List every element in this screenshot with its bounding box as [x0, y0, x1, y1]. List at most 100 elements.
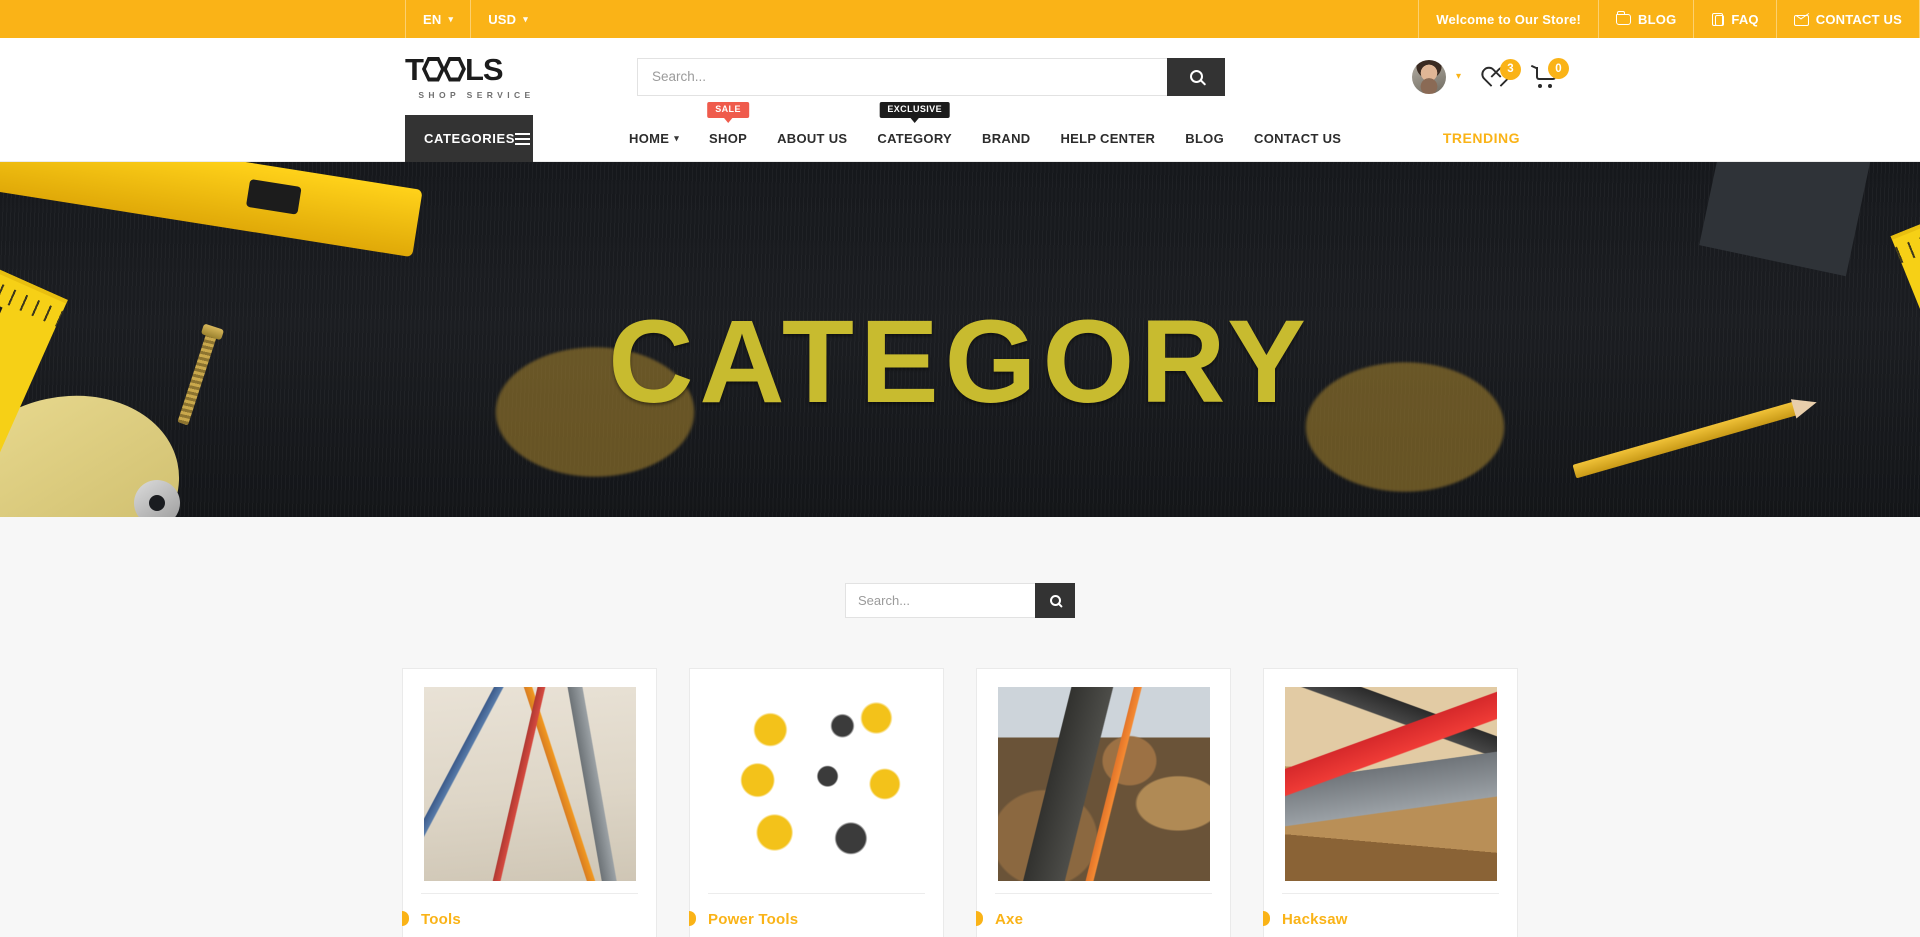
trending-label: TRENDING — [1442, 130, 1520, 146]
nav-item-blog-label: BLOG — [1185, 130, 1225, 146]
topbar-link-faq[interactable]: FAQ — [1693, 0, 1775, 38]
site-header: T LS SHOP SERVICE ▾ 3 0 — [0, 38, 1920, 115]
nav-item-blog[interactable]: BLOG — [1170, 115, 1239, 162]
nav-item-help-center-label: HELP CENTER — [1060, 130, 1156, 146]
nav-item-contact-us-label: CONTACT US — [1254, 130, 1342, 146]
card-footer: Power Tools — [689, 893, 925, 937]
cart-count-badge: 0 — [1548, 58, 1569, 79]
search-icon — [1049, 595, 1061, 606]
header-search — [637, 57, 1225, 96]
topbar-link-blog[interactable]: BLOG — [1598, 0, 1693, 38]
nav-item-help-center[interactable]: HELP CENTER — [1045, 115, 1170, 162]
axe-in-log-photo — [997, 687, 1210, 881]
nav-item-shop-label: SHOP — [709, 130, 748, 146]
main-navigation: CATEGORIES HOME ▾ SALE SHOP ABOUT US EXC… — [0, 101, 1920, 162]
wishlist-button[interactable]: 3 — [1487, 58, 1521, 86]
topbar-link-faq-label: FAQ — [1731, 11, 1759, 27]
welcome-message: Welcome to Our Store! — [1418, 0, 1598, 38]
card-footer: Hacksaw — [1263, 893, 1499, 937]
chevron-down-icon: ▾ — [523, 13, 528, 24]
topbar-link-contact[interactable]: CONTACT US — [1775, 0, 1920, 38]
nav-item-about-us-label: ABOUT US — [777, 130, 848, 146]
search-input[interactable] — [637, 57, 1167, 96]
currency-label: USD — [488, 11, 517, 27]
card-image-container — [403, 669, 656, 881]
cart-button[interactable]: 0 — [1533, 58, 1569, 88]
categories-button[interactable]: CATEGORIES — [405, 115, 533, 162]
hexagon-o-icon — [442, 56, 466, 82]
topbar-link-blog-label: BLOG — [1638, 11, 1677, 27]
bullet-marker-icon — [402, 911, 409, 926]
nav-menu: HOME ▾ SALE SHOP ABOUT US EXCLUSIVE CATE… — [614, 101, 1356, 162]
copy-icon — [1712, 12, 1725, 26]
cart-wheels — [1538, 84, 1552, 88]
header-icon-group: ▾ 3 0 — [1411, 58, 1569, 94]
hexagon-o-icon — [421, 56, 445, 82]
nav-item-category[interactable]: EXCLUSIVE CATEGORY — [862, 101, 967, 162]
sale-badge: SALE — [707, 101, 749, 123]
hero-banner: 1234567 4567890 CATEGORY — [0, 162, 1920, 517]
card-footer: Axe — [976, 893, 1212, 937]
account-menu[interactable]: ▾ — [1411, 59, 1461, 94]
currency-selector[interactable]: USD ▾ — [470, 0, 545, 38]
card-label: Power Tools — [708, 911, 799, 928]
sale-badge-label: SALE — [715, 103, 741, 114]
category-card-grid: Tools Power Tools Axe Hacksaw — [0, 668, 1920, 937]
exclusive-badge: EXCLUSIVE — [879, 101, 950, 123]
card-image-container — [1264, 669, 1517, 881]
top-bar-right: Welcome to Our Store! BLOG FAQ CONTACT U… — [1418, 0, 1920, 38]
welcome-text: Welcome to Our Store! — [1436, 11, 1582, 27]
language-selector[interactable]: EN ▾ — [405, 0, 470, 38]
search-icon — [1189, 70, 1203, 83]
category-card-power-tools[interactable]: Power Tools — [689, 668, 944, 937]
nav-item-home-label: HOME — [629, 130, 670, 146]
categories-label: CATEGORIES — [424, 131, 515, 146]
bullet-marker-icon — [976, 911, 983, 926]
category-card-tools[interactable]: Tools — [402, 668, 657, 937]
category-search-button[interactable] — [1035, 583, 1075, 618]
nav-item-about-us[interactable]: ABOUT US — [762, 115, 862, 162]
category-card-hacksaw[interactable]: Hacksaw — [1263, 668, 1518, 937]
bullet-marker-icon — [1263, 911, 1270, 926]
language-label: EN — [423, 11, 442, 27]
avatar — [1411, 59, 1446, 94]
nav-item-shop[interactable]: SALE SHOP — [694, 101, 762, 162]
mail-icon — [1793, 14, 1809, 26]
topbar-link-contact-label: CONTACT US — [1815, 11, 1902, 27]
card-label: Axe — [995, 911, 1024, 928]
search-button[interactable] — [1167, 57, 1225, 96]
nav-item-brand-label: BRAND — [982, 130, 1031, 146]
nav-item-home[interactable]: HOME ▾ — [614, 115, 694, 162]
card-footer: Tools — [402, 893, 638, 937]
category-search-input[interactable] — [845, 583, 1035, 618]
category-card-axe[interactable]: Axe — [976, 668, 1231, 937]
bullet-marker-icon — [689, 911, 696, 926]
chevron-down-icon: ▾ — [674, 132, 680, 143]
logo-tagline: SHOP SERVICE — [418, 89, 535, 100]
trending-link[interactable]: TRENDING — [1443, 115, 1520, 161]
power-tools-illustration — [710, 687, 923, 881]
site-logo[interactable]: T LS SHOP SERVICE — [405, 54, 545, 100]
top-bar: EN ▾ USD ▾ Welcome to Our Store! BLOG FA… — [0, 0, 1920, 38]
page-title: CATEGORY — [608, 296, 1312, 428]
nav-item-category-label: CATEGORY — [877, 130, 952, 146]
logo-letter-t: T — [405, 51, 424, 87]
hacksaw-on-bench-photo — [1284, 687, 1497, 881]
card-image-container — [690, 669, 943, 881]
main-content: Tools Power Tools Axe — [0, 517, 1920, 937]
chevron-down-icon: ▾ — [448, 13, 454, 24]
exclusive-badge-label: EXCLUSIVE — [887, 103, 942, 114]
logo-letters-ls: LS — [464, 51, 504, 87]
logo-wordmark: T LS — [405, 54, 545, 85]
nav-item-contact-us[interactable]: CONTACT US — [1239, 115, 1356, 162]
wishlist-count-badge: 3 — [1500, 58, 1521, 80]
top-bar-left: EN ▾ USD ▾ — [405, 0, 545, 38]
hand-tools-photo — [423, 687, 636, 881]
nav-item-brand[interactable]: BRAND — [967, 115, 1045, 162]
chevron-down-icon: ▾ — [1455, 71, 1461, 82]
card-image-container — [977, 669, 1230, 881]
category-search — [0, 517, 1920, 618]
folder-icon — [1616, 11, 1632, 25]
hamburger-icon — [515, 132, 530, 145]
card-label: Tools — [421, 911, 461, 928]
